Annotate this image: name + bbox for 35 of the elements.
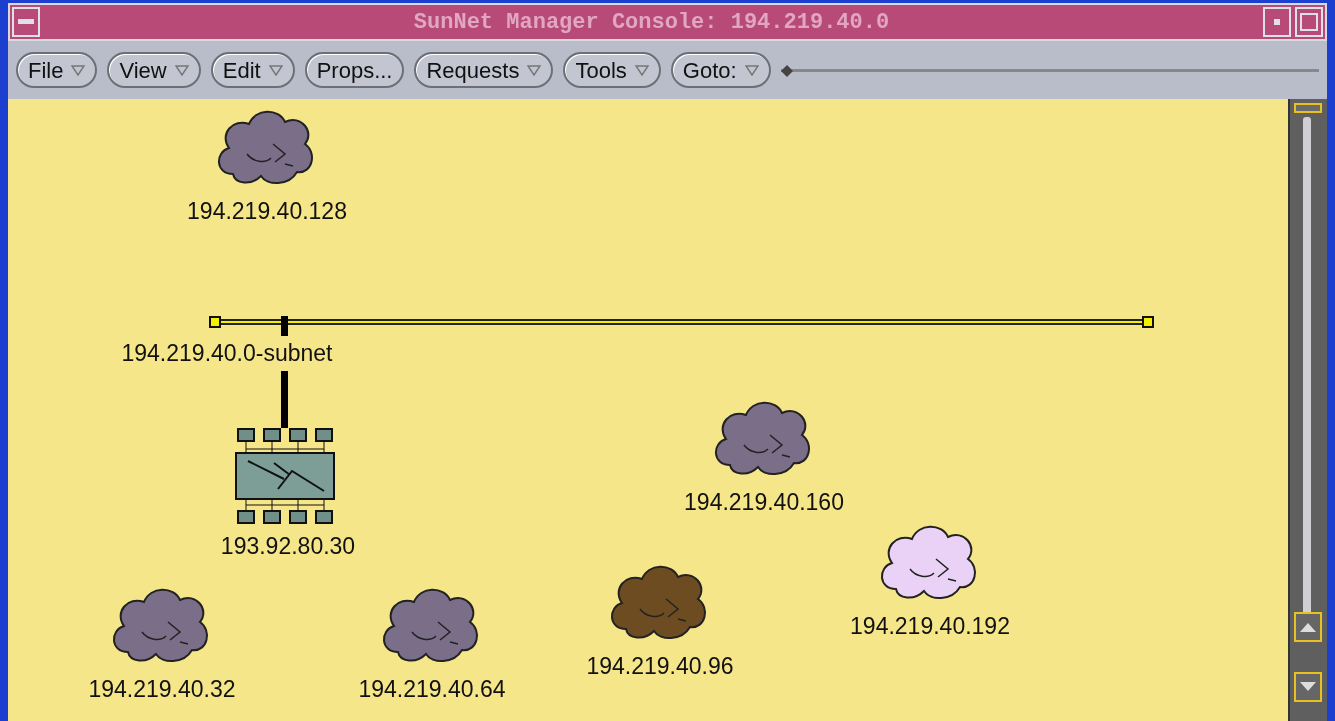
menu-button[interactable]: File: [16, 52, 98, 88]
scroll-thumb[interactable]: [1294, 103, 1322, 113]
scroll-down-icon[interactable]: [1294, 672, 1322, 702]
network-cloud-icon[interactable]: [383, 588, 478, 662]
caret-icon: [634, 64, 649, 76]
scroll-up-icon[interactable]: [1294, 612, 1322, 642]
menu-button[interactable]: Edit: [210, 52, 295, 88]
minimize-button[interactable]: [1263, 7, 1291, 37]
menu-button[interactable]: Goto:: [670, 52, 771, 88]
network-cloud-icon[interactable]: [218, 110, 313, 184]
maximize-button[interactable]: [1295, 7, 1323, 37]
router-icon[interactable]: [235, 428, 335, 524]
network-cloud-icon[interactable]: [113, 588, 208, 662]
caret-icon: [744, 64, 759, 76]
menu-icon: [18, 19, 34, 25]
node-label: 194.219.40.0-subnet: [121, 336, 333, 371]
scrollbar[interactable]: [1290, 99, 1327, 721]
menu-button[interactable]: Props...: [304, 52, 405, 88]
caret-icon: [527, 64, 542, 76]
menu-button[interactable]: Tools: [563, 52, 661, 88]
slider-thumb[interactable]: [780, 65, 793, 77]
minimize-icon: [1274, 19, 1280, 25]
window-title: SunNet Manager Console: 194.219.40.0: [412, 8, 891, 37]
caret-icon: [71, 64, 86, 76]
caret-icon: [268, 64, 283, 76]
network-cloud-icon[interactable]: [611, 565, 706, 639]
maximize-icon: [1300, 13, 1318, 31]
network-cloud-icon[interactable]: [715, 401, 810, 475]
menu-button[interactable]: View: [107, 52, 201, 88]
caret-icon: [174, 64, 189, 76]
menu-button[interactable]: Requests: [414, 52, 554, 88]
subnet-bus-line[interactable]: [209, 316, 1154, 328]
window-menu-button[interactable]: [12, 7, 40, 37]
zoom-slider[interactable]: [780, 63, 1319, 77]
network-cloud-icon[interactable]: [881, 525, 976, 599]
